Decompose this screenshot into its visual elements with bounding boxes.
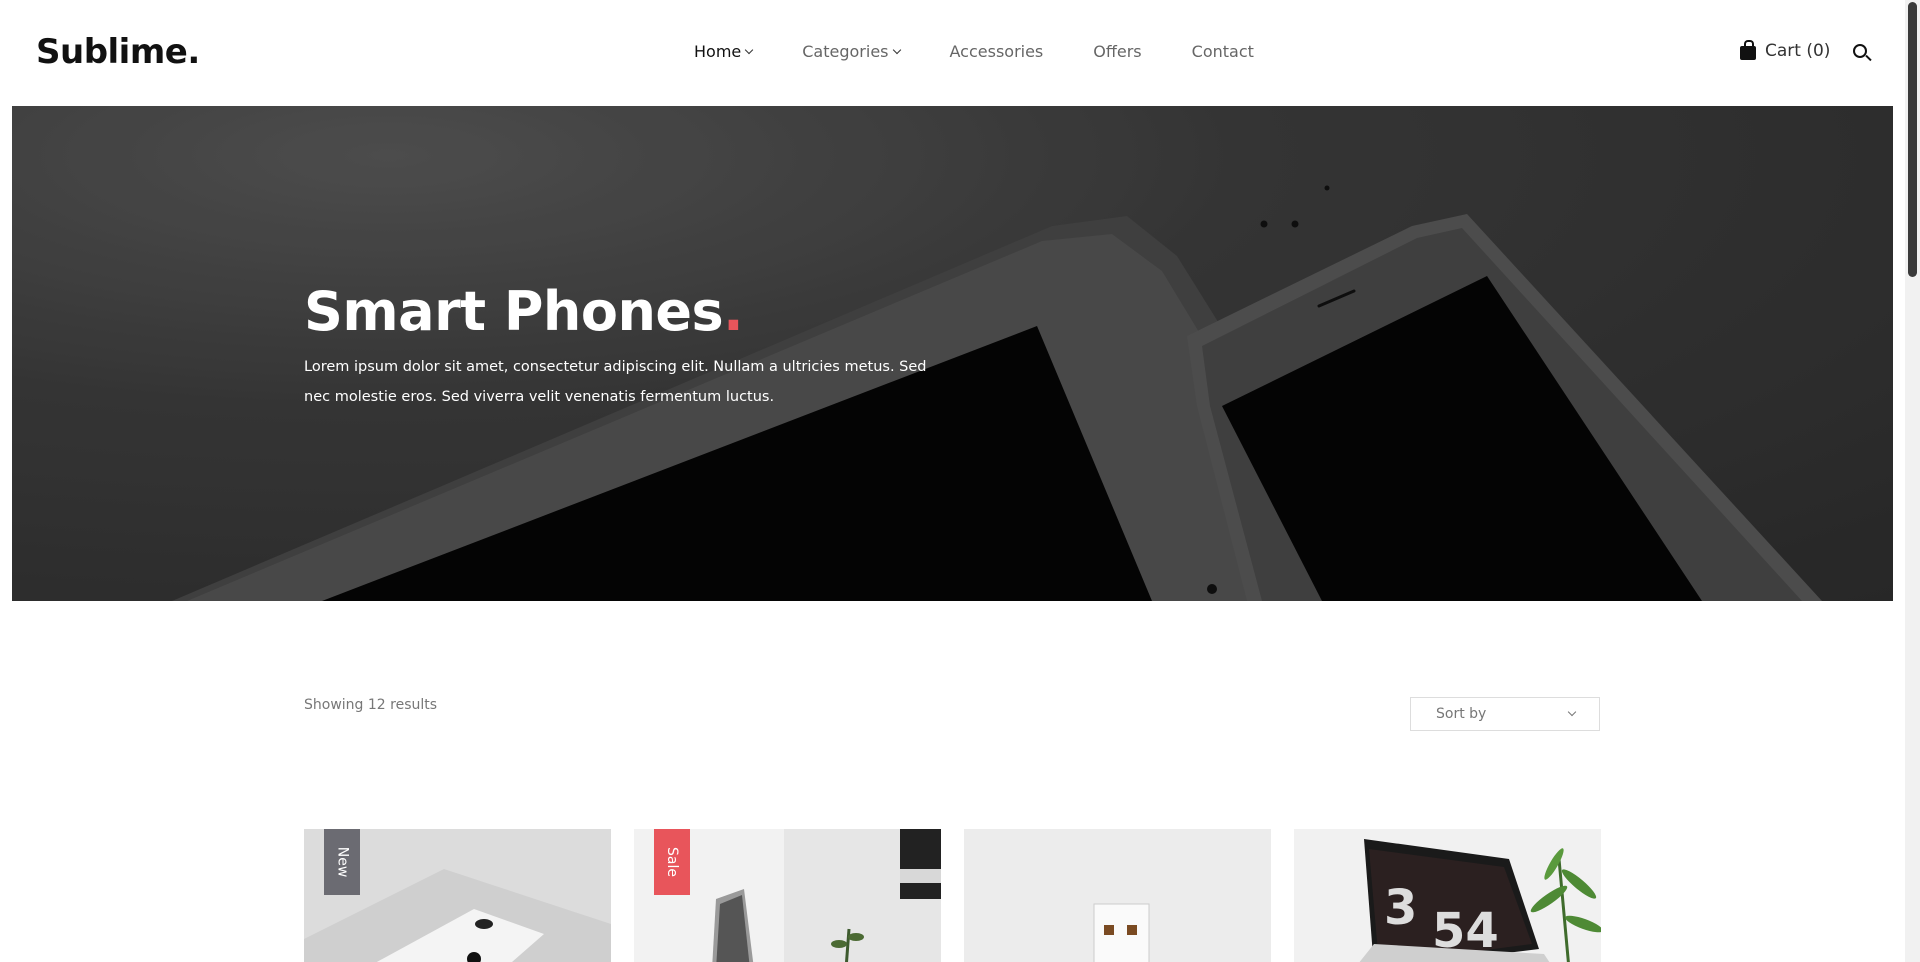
product-card[interactable] [964,829,1271,962]
main-nav: Home Categories Accessories Offers Conta… [694,42,1304,61]
product-grid: New Sale 3 54 [304,829,1601,962]
logo[interactable]: Sublime. [36,32,200,72]
nav-item-label: Offers [1093,42,1142,61]
site-header: Sublime. Home Categories Accessories Off… [0,0,1905,106]
hero-description: Lorem ipsum dolor sit amet, consectetur … [304,359,927,405]
product-card[interactable]: 3 54 [1294,829,1601,962]
nav-item-categories[interactable]: Categories [802,42,901,61]
cart-label: Cart (0) [1765,41,1831,61]
product-card[interactable]: New [304,829,611,962]
results-count: Showing 12 results [304,697,438,713]
nav-item-label: Accessories [949,42,1044,61]
nav-item-offers[interactable]: Offers [1093,42,1141,61]
product-card[interactable]: Sale [634,829,941,962]
page: Sublime. Home Categories Accessories Off… [0,0,1920,962]
sort-select[interactable]: Sort by [1410,697,1600,731]
nav-item-label: Home [694,42,742,61]
chevron-down-icon [1567,707,1577,717]
badge-label: New [333,846,350,878]
chevron-down-icon [745,45,754,55]
search-icon[interactable] [1853,44,1867,58]
svg-text:3: 3 [1384,880,1417,936]
hero-title-text: Smart Phones [304,280,724,343]
nav-item-label: Categories [802,42,889,61]
product-image [964,829,1271,962]
hero-title-dot: . [723,280,744,343]
nav-item-accessories[interactable]: Accessories [950,42,1044,61]
cart-button[interactable]: Cart (0) [1740,40,1831,61]
new-badge: New [324,829,360,895]
sort-label: Sort by [1436,706,1487,722]
nav-item-label: Contact [1191,42,1254,61]
chevron-down-icon [892,45,901,55]
page-scrollbar[interactable] [1905,0,1920,962]
nav-item-home[interactable]: Home [694,42,754,61]
hero-banner: Smart Phones. Lorem ipsum dolor sit amet… [12,106,1893,601]
shopping-bag-icon [1740,40,1756,60]
nav-item-contact[interactable]: Contact [1192,42,1254,61]
scrollbar-thumb[interactable] [1908,2,1917,277]
sale-badge: Sale [654,829,690,895]
hero-title: Smart Phones. [304,280,744,343]
product-image: 3 54 [1294,829,1601,962]
badge-label: Sale [664,847,680,877]
